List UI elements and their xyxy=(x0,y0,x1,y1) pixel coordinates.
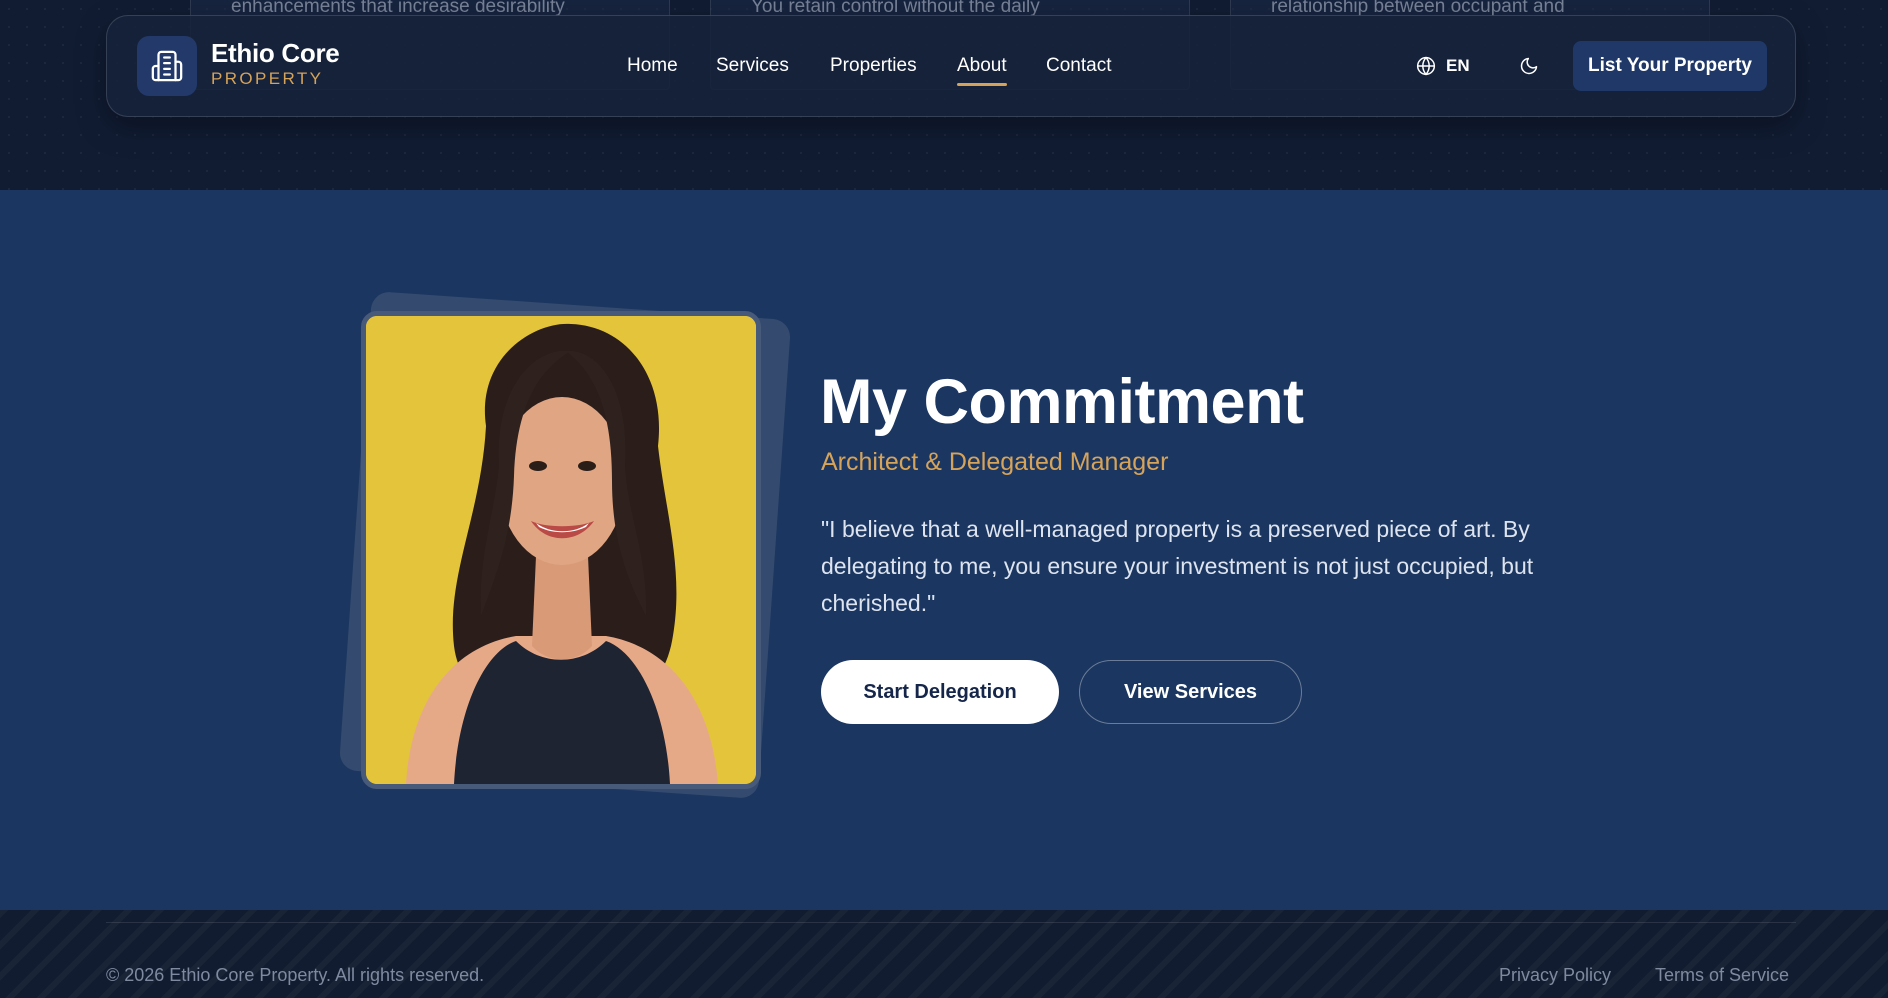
nav-about[interactable]: About xyxy=(957,55,1007,86)
nav-services[interactable]: Services xyxy=(716,55,789,77)
nav-contact[interactable]: Contact xyxy=(1046,55,1111,77)
commitment-section: My Commitment Architect & Delegated Mana… xyxy=(0,190,1888,910)
privacy-policy-link[interactable]: Privacy Policy xyxy=(1499,965,1611,986)
nav-properties[interactable]: Properties xyxy=(830,55,917,77)
role-subtitle: Architect & Delegated Manager xyxy=(821,448,1169,476)
start-delegation-button[interactable]: Start Delegation xyxy=(821,660,1059,724)
globe-icon xyxy=(1416,56,1436,76)
section-title: My Commitment xyxy=(820,367,1304,437)
copyright-text: © 2026 Ethio Core Property. All rights r… xyxy=(106,965,485,985)
navbar: Ethio Core PROPERTY Home Services Proper… xyxy=(106,15,1796,117)
view-services-button[interactable]: View Services xyxy=(1079,660,1302,724)
footer-divider xyxy=(106,922,1796,923)
terms-of-service-link[interactable]: Terms of Service xyxy=(1655,965,1789,986)
moon-icon xyxy=(1520,57,1538,75)
language-label: EN xyxy=(1446,56,1470,75)
commitment-quote: "I believe that a well-managed property … xyxy=(821,516,1534,616)
portrait-photo xyxy=(361,311,761,789)
list-property-button[interactable]: List Your Property xyxy=(1573,41,1767,91)
footer: © 2026 Ethio Core Property. All rights r… xyxy=(0,910,1888,998)
nav-home[interactable]: Home xyxy=(627,55,678,77)
theme-toggle-button[interactable] xyxy=(1515,52,1543,80)
language-selector[interactable]: EN xyxy=(1416,53,1470,79)
